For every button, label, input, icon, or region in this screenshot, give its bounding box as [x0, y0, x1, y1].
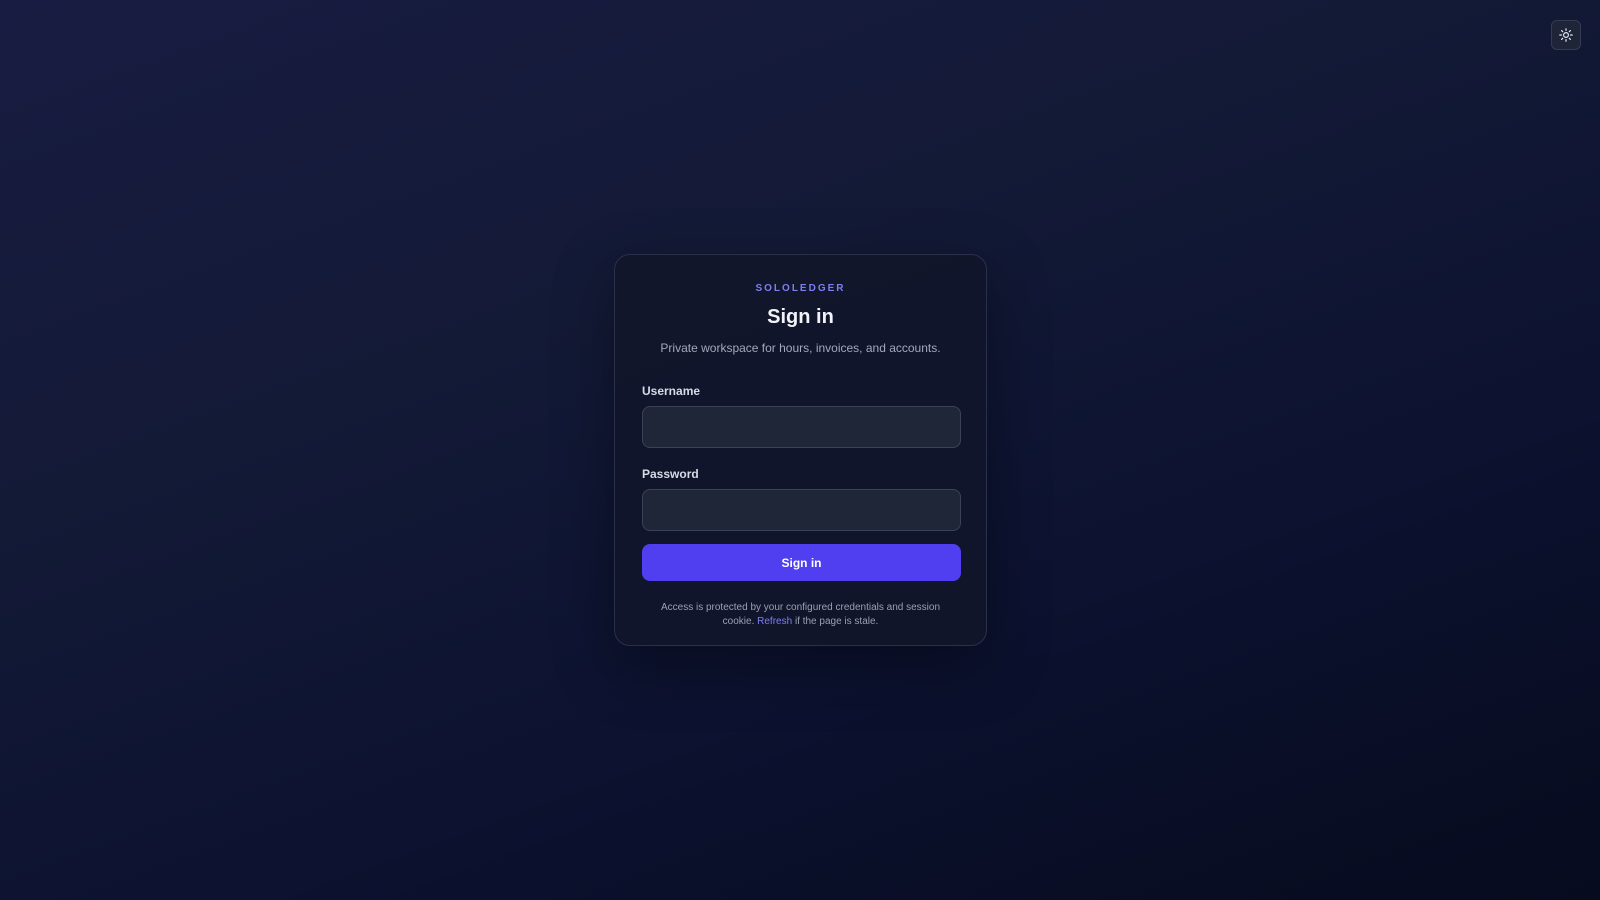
password-input[interactable] [642, 489, 961, 531]
username-input[interactable] [642, 406, 961, 448]
refresh-link[interactable]: Refresh [757, 616, 792, 627]
sun-icon [1559, 28, 1573, 42]
password-label: Password [642, 467, 699, 481]
footnote-text-end: if the page is stale. [794, 616, 879, 627]
page-title: Sign in [767, 306, 834, 328]
theme-toggle-button[interactable] [1551, 20, 1581, 50]
brand-name: SOLOLEDGER [755, 283, 846, 294]
username-label: Username [642, 384, 701, 398]
signin-button[interactable]: Sign in [642, 544, 961, 581]
page-subtitle: Private workspace for hours, invoices, a… [660, 341, 941, 355]
signin-card: SOLOLEDGER Sign in Private workspace for… [614, 254, 987, 646]
access-footnote: Access is protected by your configured c… [646, 601, 955, 629]
